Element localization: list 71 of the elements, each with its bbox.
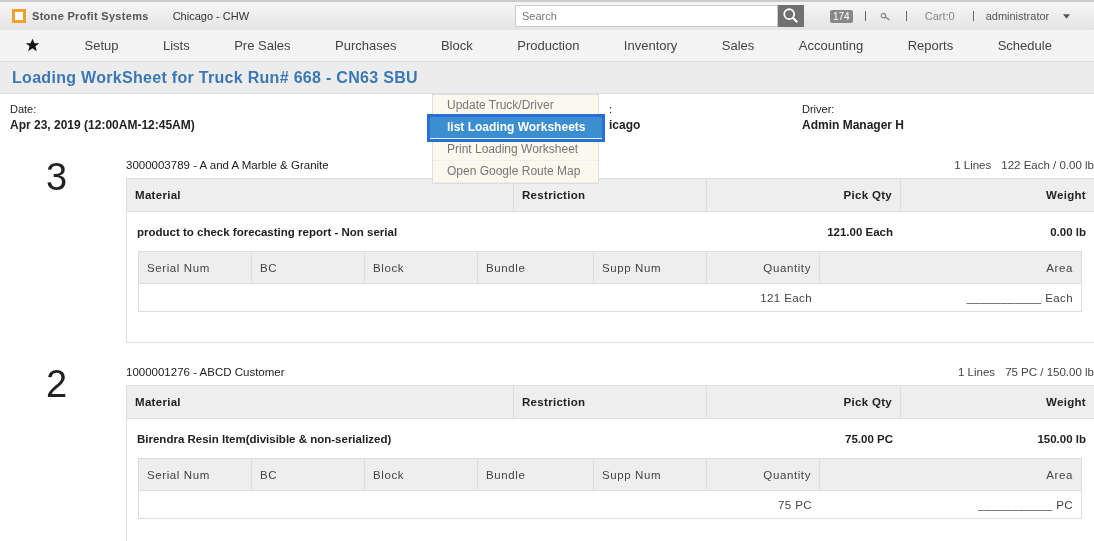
- column-header: Serial Num: [139, 459, 252, 490]
- nav-item[interactable]: Reports: [907, 38, 954, 53]
- column-header: Restriction: [514, 386, 707, 418]
- field-value: icago: [609, 118, 641, 132]
- column-header: Area: [1045, 260, 1074, 276]
- column-header: Bundle: [478, 252, 594, 283]
- nav-item[interactable]: Pre Sales: [234, 38, 291, 53]
- location-label[interactable]: Chicago - CHW: [172, 10, 250, 22]
- caret-icon[interactable]: [1063, 13, 1071, 19]
- search-button[interactable]: [778, 5, 804, 27]
- column-header: Weight: [1045, 395, 1087, 410]
- totals-text: 122 Each / 0.00 lb: [1001, 159, 1094, 171]
- field-label: :: [609, 103, 613, 115]
- column-header: Area: [1045, 467, 1074, 483]
- customer-name: 3000003789 - A and A Marble & Granite: [126, 159, 329, 171]
- table-cell-text: Birendra Resin Item(divisible & non-serialized): [136, 431, 393, 447]
- table-cell-text: 75.00 PC: [844, 431, 894, 447]
- column-header: Pick Qty: [707, 179, 901, 211]
- nav-item[interactable]: Lists: [162, 38, 190, 53]
- column-header: Supp Num: [594, 459, 707, 490]
- column-header: Bundle: [478, 459, 594, 490]
- table-cell-text: 75 PC: [777, 497, 813, 513]
- nav-item[interactable]: Production: [517, 38, 580, 53]
- user-menu[interactable]: administrator: [985, 10, 1050, 22]
- nav-item[interactable]: Schedule: [997, 38, 1052, 53]
- page-title: Loading WorkSheet for Truck Run# 668 - CN63 SBU: [12, 68, 418, 87]
- column-header: Pick Qty: [707, 386, 901, 418]
- table-cell-text: ___________ PC: [976, 497, 1074, 513]
- column-header: BC: [252, 252, 365, 283]
- column-header: Block: [365, 252, 478, 283]
- column-header: Supp Num: [594, 252, 707, 283]
- star-icon[interactable]: [25, 38, 40, 53]
- menu-item[interactable]: Open Google Route Map: [433, 161, 598, 183]
- nav-item[interactable]: Sales: [721, 38, 755, 53]
- field-value: Admin Manager H: [802, 118, 904, 132]
- nav-item[interactable]: Block: [440, 38, 473, 53]
- nav-item[interactable]: Purchases: [335, 38, 397, 53]
- stop-number: 3: [45, 155, 69, 200]
- column-header: Weight: [1045, 188, 1087, 203]
- line-count: 1 Lines: [954, 159, 992, 171]
- stop-number: 2: [45, 362, 69, 407]
- menu-item[interactable]: Print Loading Worksheet: [433, 139, 598, 161]
- notification-badge[interactable]: 174: [830, 9, 853, 23]
- column-header: Serial Num: [139, 252, 252, 283]
- field-label: Date:: [10, 103, 37, 115]
- nav-item[interactable]: Inventory: [623, 38, 678, 53]
- table-cell-text: 121.00 Each: [826, 224, 894, 240]
- column-header: BC: [252, 459, 365, 490]
- key-icon[interactable]: [879, 11, 892, 21]
- column-header: Quantity: [707, 252, 820, 283]
- column-header: Material: [127, 179, 514, 211]
- nav-item[interactable]: Accounting: [798, 38, 864, 53]
- column-header: Restriction: [514, 179, 707, 211]
- table-cell-text: 0.00 lb: [1049, 224, 1087, 240]
- column-header: Block: [365, 459, 478, 490]
- nav-item[interactable]: Setup: [84, 38, 119, 53]
- table-cell-text: product to check forecasting report - Non serial: [136, 224, 399, 240]
- column-header: Quantity: [707, 459, 820, 490]
- field-value: Apr 23, 2019 (12:00AM-12:45AM): [10, 118, 195, 132]
- brand-name[interactable]: Stone Profit Systems: [32, 10, 149, 22]
- table-cell-text: 150.00 lb: [1036, 431, 1087, 447]
- totals-text: 75 PC / 150.00 lb: [1005, 366, 1094, 378]
- column-header: Material: [127, 386, 514, 418]
- table-cell-text: 121 Each: [759, 290, 813, 306]
- logo-icon: [12, 9, 26, 23]
- search-icon: [782, 7, 800, 25]
- field-label: Driver:: [802, 103, 835, 115]
- search-field[interactable]: Search: [515, 5, 778, 27]
- customer-name: 1000001276 - ABCD Customer: [126, 366, 285, 378]
- table-cell-text: ___________ Each: [965, 290, 1074, 306]
- line-count: 1 Lines: [958, 366, 996, 378]
